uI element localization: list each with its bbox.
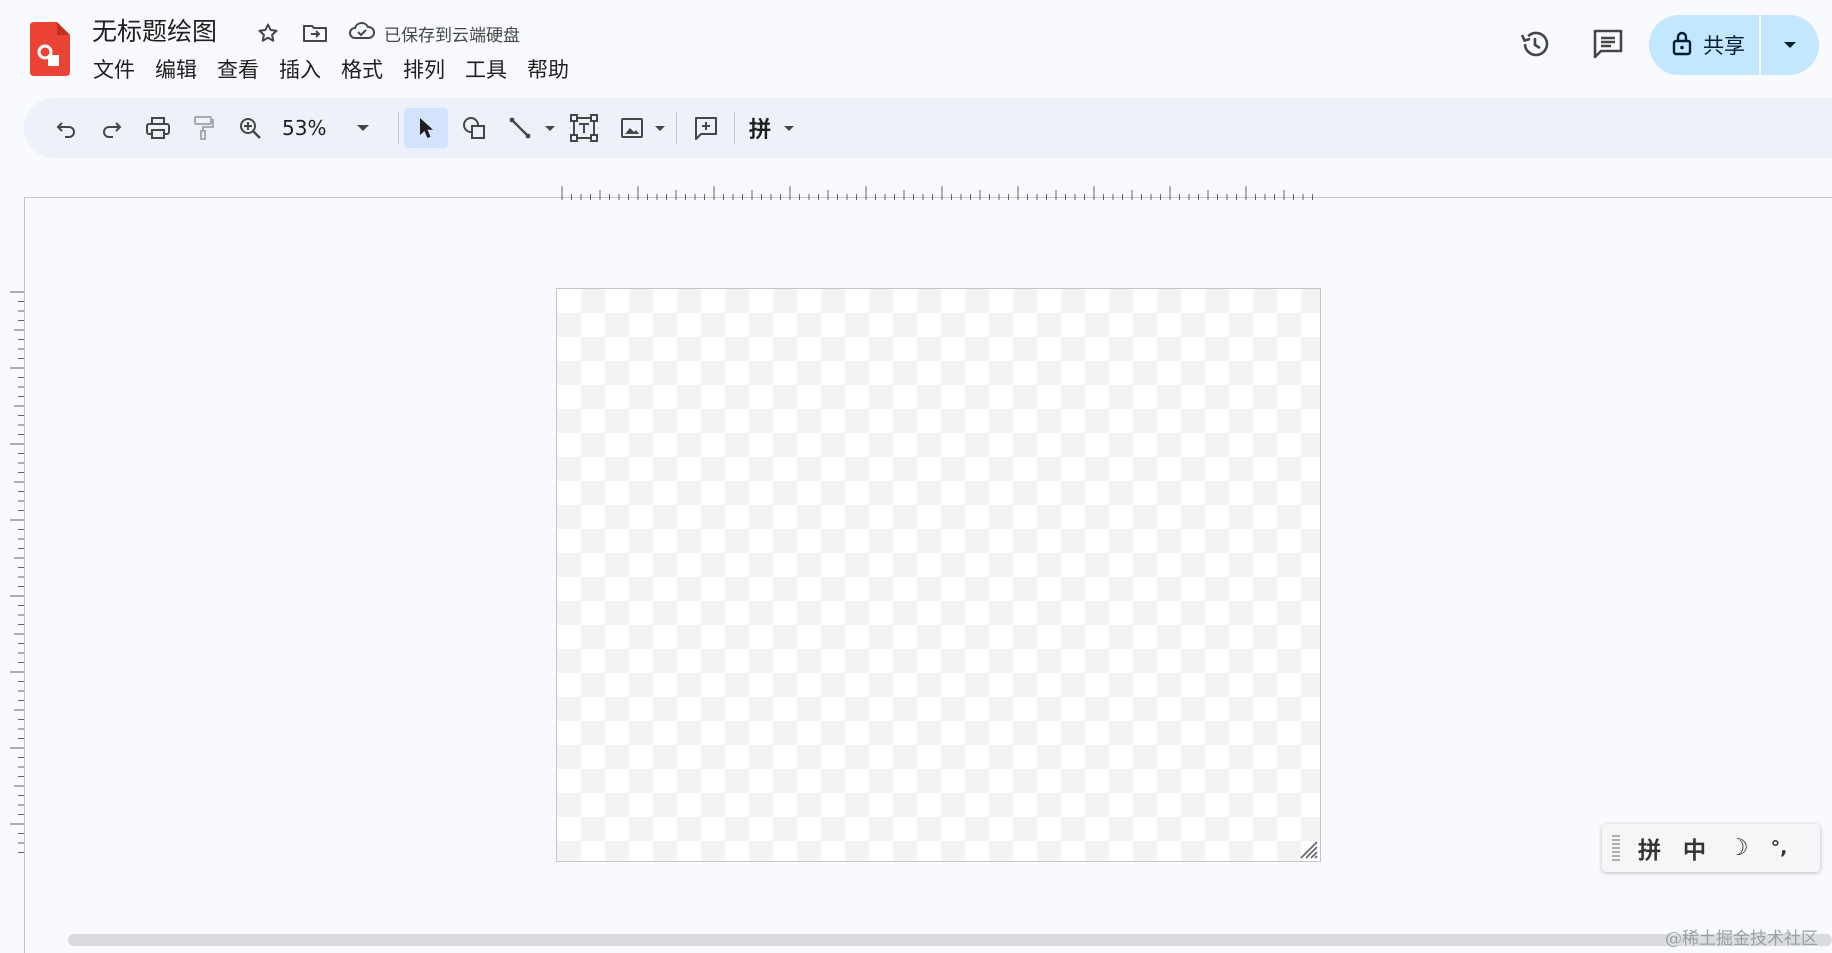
share-button[interactable]: 共享 — [1649, 15, 1759, 75]
text-box-icon[interactable] — [564, 108, 604, 148]
save-status[interactable]: 已保存到云端硬盘 — [348, 16, 520, 50]
chevron-down-icon — [1784, 42, 1796, 48]
line-tool[interactable] — [500, 108, 556, 148]
input-tools-label: 拼 — [748, 118, 771, 143]
chevron-down-icon — [784, 125, 794, 131]
vertical-ruler[interactable] — [10, 290, 24, 862]
add-comment-icon[interactable] — [686, 108, 726, 148]
toolbar-divider — [676, 112, 677, 144]
zoom-value: 53% — [282, 116, 327, 140]
ime-toolbar: 拼 中 ☽ °, — [1602, 824, 1820, 872]
redo-icon[interactable] — [92, 108, 132, 148]
toolbar-divider — [398, 112, 399, 144]
share-button-group: 共享 — [1649, 15, 1819, 75]
share-options-dropdown[interactable] — [1761, 15, 1819, 75]
menu-file[interactable]: 文件 — [83, 54, 145, 86]
chevron-down-icon — [655, 125, 665, 131]
drawings-logo-icon[interactable] — [30, 22, 70, 76]
document-title[interactable]: 无标题绘图 — [92, 14, 217, 50]
input-tools-button[interactable]: 拼 — [742, 108, 802, 148]
drawing-canvas[interactable] — [556, 288, 1321, 862]
menu-bar: 文件 编辑 查看 插入 格式 排列 工具 帮助 — [83, 54, 579, 86]
menu-insert[interactable]: 插入 — [269, 54, 331, 86]
watermark: @稀土掘金技术社区 — [1665, 929, 1818, 949]
paint-format-icon[interactable] — [184, 108, 224, 148]
horizontal-ruler[interactable] — [560, 180, 1320, 200]
menu-format[interactable]: 格式 — [331, 54, 393, 86]
insert-image-tool[interactable] — [612, 108, 668, 148]
ime-punctuation-button[interactable]: °, — [1771, 837, 1788, 859]
chevron-down-icon — [545, 125, 555, 131]
ime-drag-handle[interactable] — [1612, 835, 1620, 861]
ime-pinyin-button[interactable]: 拼 — [1638, 831, 1661, 865]
menu-edit[interactable]: 编辑 — [145, 54, 207, 86]
print-icon[interactable] — [138, 108, 178, 148]
zoom-select[interactable]: 53% — [276, 108, 376, 148]
save-status-label: 已保存到云端硬盘 — [384, 25, 520, 46]
line-icon — [509, 117, 531, 139]
select-cursor-icon[interactable] — [404, 108, 448, 148]
shape-icon[interactable] — [454, 108, 494, 148]
ime-half-width-moon-icon[interactable]: ☽ — [1728, 835, 1749, 861]
toolbar: 53% 拼 — [24, 98, 1832, 158]
menu-arrange[interactable]: 排列 — [393, 54, 455, 86]
horizontal-scrollbar[interactable] — [68, 934, 1832, 946]
star-icon[interactable] — [251, 16, 285, 50]
image-icon — [621, 118, 643, 138]
undo-icon[interactable] — [46, 108, 86, 148]
folder-move-icon[interactable] — [298, 16, 332, 50]
resize-handle-icon[interactable] — [1296, 837, 1318, 859]
ime-chinese-mode-button[interactable]: 中 — [1683, 831, 1706, 865]
cloud-saved-icon — [348, 20, 376, 47]
history-icon[interactable] — [1515, 24, 1555, 64]
chevron-down-icon — [357, 125, 369, 131]
menu-view[interactable]: 查看 — [207, 54, 269, 86]
lock-icon — [1671, 30, 1693, 60]
comment-icon[interactable] — [1588, 24, 1628, 64]
menu-tools[interactable]: 工具 — [455, 54, 517, 86]
zoom-icon[interactable] — [230, 108, 270, 148]
toolbar-divider — [734, 112, 735, 144]
share-label: 共享 — [1703, 34, 1745, 58]
menu-help[interactable]: 帮助 — [517, 54, 579, 86]
